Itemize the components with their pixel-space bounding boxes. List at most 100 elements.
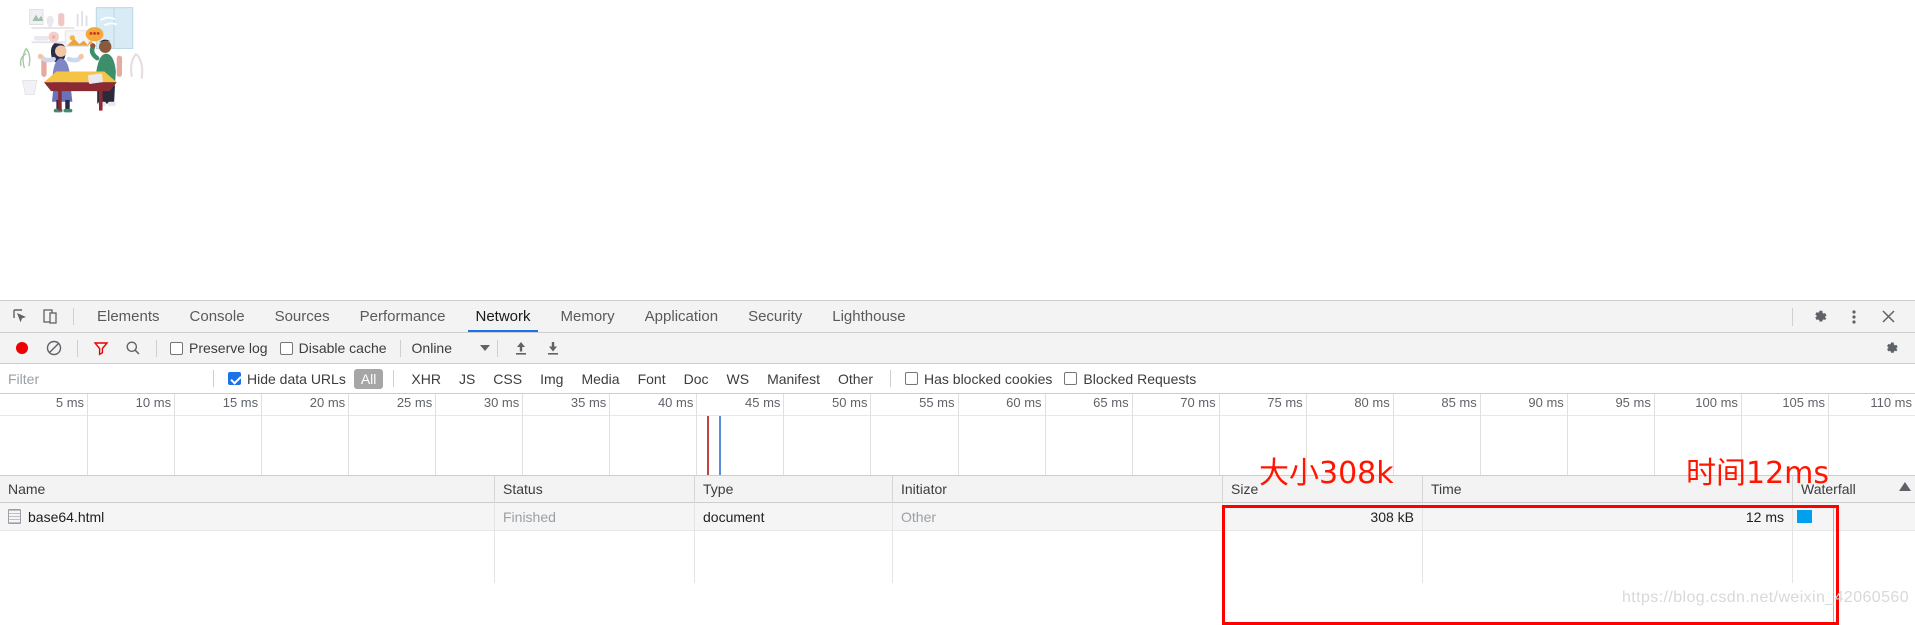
tab-security[interactable]: Security <box>733 301 817 332</box>
overview-tick: 40 ms <box>658 394 698 475</box>
overview-tick: 70 ms <box>1180 394 1220 475</box>
tab-network[interactable]: Network <box>460 301 545 332</box>
empty-cell-initiator <box>893 531 1223 583</box>
overview-tick: 45 ms <box>745 394 785 475</box>
import-har-button[interactable] <box>505 333 537 364</box>
devtools-tabs: Elements Console Sources Performance Net… <box>82 301 921 332</box>
hide-data-urls-box[interactable] <box>228 372 241 385</box>
hide-data-urls-checkbox[interactable]: Hide data URLs <box>228 371 346 387</box>
filter-type-label: Img <box>540 370 564 387</box>
filter-type-css[interactable]: CSS <box>486 369 529 389</box>
network-settings-button[interactable] <box>1875 333 1907 364</box>
size-annotation: 大小308k <box>1259 456 1394 491</box>
column-header-status[interactable]: Status <box>495 475 695 503</box>
overview-tick: 85 ms <box>1441 394 1481 475</box>
column-label: Time <box>1431 481 1462 497</box>
sort-ascending-icon[interactable] <box>1899 481 1911 491</box>
overview-tick: 20 ms <box>310 394 350 475</box>
overview-tick-label: 60 ms <box>1006 395 1042 410</box>
toolbar-divider-4 <box>497 339 498 357</box>
hide-data-urls-label: Hide data URLs <box>247 370 346 387</box>
tab-label: Application <box>644 308 719 325</box>
empty-cell-name <box>0 531 495 583</box>
tab-application[interactable]: Application <box>630 301 733 332</box>
filter-type-manifest[interactable]: Manifest <box>760 369 827 389</box>
inspect-element-icon[interactable] <box>5 301 35 332</box>
filter-type-xhr[interactable]: XHR <box>404 369 448 389</box>
disable-cache-label: Disable cache <box>298 340 387 356</box>
device-toolbar-icon[interactable] <box>35 301 65 332</box>
column-header-name[interactable]: Name <box>0 475 495 503</box>
tab-label: Memory <box>560 308 615 325</box>
empty-cell-time <box>1423 531 1793 583</box>
tab-performance[interactable]: Performance <box>345 301 461 332</box>
overview-tick-label: 45 ms <box>745 395 781 410</box>
tab-console[interactable]: Console <box>175 301 260 332</box>
filter-type-label: JS <box>458 370 476 387</box>
tabstrip-divider <box>73 308 74 325</box>
has-blocked-cookies-checkbox[interactable]: Has blocked cookies <box>905 371 1052 387</box>
preserve-log-checkbox[interactable]: Preserve log <box>170 340 268 356</box>
filter-type-label: WS <box>726 370 750 387</box>
table-row[interactable]: base64.html Finished document Other 308 … <box>0 502 1915 531</box>
column-header-type[interactable]: Type <box>695 475 893 503</box>
tab-lighthouse[interactable]: Lighthouse <box>817 301 920 332</box>
network-overview-timeline[interactable]: 5 ms 10 ms 15 ms 20 ms 25 ms 30 ms 35 ms 40 ms 4… <box>0 394 1915 476</box>
waterfall-load-guideline <box>1833 505 1834 623</box>
blocked-requests-checkbox[interactable]: Blocked Requests <box>1064 371 1196 387</box>
clear-button[interactable] <box>38 333 70 364</box>
disable-cache-box[interactable] <box>279 341 293 355</box>
overview-tick: 55 ms <box>919 394 959 475</box>
filter-type-label: Media <box>581 370 620 387</box>
filter-type-label: Other <box>837 370 873 387</box>
throttling-select[interactable]: Online <box>412 340 490 356</box>
overview-tick-label: 75 ms <box>1267 395 1303 410</box>
throttling-value: Online <box>411 340 452 356</box>
disable-cache-checkbox[interactable]: Disable cache <box>279 340 387 356</box>
overview-tick-label: 110 ms <box>1870 395 1912 410</box>
filter-type-label: Font <box>637 370 666 387</box>
overview-tick-label: 10 ms <box>135 395 172 410</box>
overview-tick-label: 55 ms <box>919 395 955 410</box>
filter-input[interactable] <box>0 363 205 394</box>
empty-cell-waterfall <box>1793 531 1915 583</box>
blocked-requests-label: Blocked Requests <box>1083 370 1197 387</box>
filter-type-media[interactable]: Media <box>574 369 626 389</box>
tab-label: Console <box>189 308 245 325</box>
filter-type-ws[interactable]: WS <box>720 369 757 389</box>
search-button[interactable] <box>117 333 149 364</box>
filter-type-font[interactable]: Font <box>631 369 673 389</box>
settings-gear-icon[interactable] <box>1803 308 1837 326</box>
close-devtools-icon[interactable] <box>1871 308 1905 325</box>
filter-type-all[interactable]: All <box>353 368 384 389</box>
devtools-panel: Elements Console Sources Performance Net… <box>0 300 1915 625</box>
cell-name[interactable]: base64.html <box>0 502 495 531</box>
tab-label: Network <box>475 308 531 325</box>
network-toolbar-right <box>1875 333 1915 364</box>
tab-elements[interactable]: Elements <box>82 301 175 332</box>
overview-tick-label: 15 ms <box>222 395 259 410</box>
preserve-log-box[interactable] <box>170 341 183 355</box>
filter-type-doc[interactable]: Doc <box>677 369 716 389</box>
filter-type-other[interactable]: Other <box>831 369 880 389</box>
filter-button[interactable] <box>85 333 117 364</box>
record-button[interactable] <box>6 333 38 364</box>
tab-sources[interactable]: Sources <box>260 301 345 332</box>
filter-type-js[interactable]: JS <box>452 369 482 389</box>
network-toolbar: Preserve log Disable cache Online <box>0 333 1915 364</box>
overview-tick: 25 ms <box>397 394 437 475</box>
column-header-initiator[interactable]: Initiator <box>893 475 1223 503</box>
export-har-button[interactable] <box>537 333 569 364</box>
overview-tick: 50 ms <box>832 394 872 475</box>
devtools-tabstrip-actions <box>1782 301 1915 332</box>
empty-cell-size <box>1223 531 1423 583</box>
filter-type-label: Doc <box>683 370 709 387</box>
tab-label: Performance <box>359 308 446 325</box>
browser-page-content <box>0 0 1915 300</box>
tab-memory[interactable]: Memory <box>546 301 630 332</box>
blocked-requests-box[interactable] <box>1064 372 1078 385</box>
filter-type-img[interactable]: Img <box>533 369 570 389</box>
more-options-kebab-icon[interactable] <box>1837 308 1871 326</box>
has-blocked-cookies-box[interactable] <box>905 372 918 385</box>
request-initiator: Other <box>901 508 937 525</box>
